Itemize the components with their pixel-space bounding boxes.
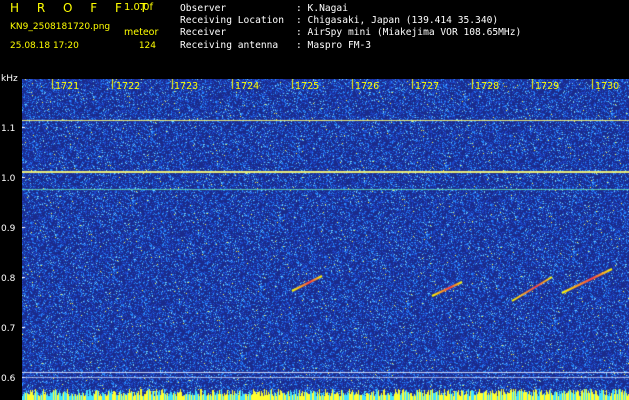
- info-label: Receiving Location: [180, 15, 284, 27]
- x-tick-label: 1722: [116, 81, 141, 92]
- info-value: : Maspro FM-3: [296, 39, 372, 51]
- file-name: KN9_2508181720.png: [10, 22, 111, 32]
- x-tick-label: 1730: [595, 81, 620, 92]
- mode-label: meteor: [124, 27, 159, 38]
- info-value: : AirSpy mini (Miakejima VOR 108.65MHz): [296, 27, 522, 39]
- y-tick-label: 0.7: [1, 324, 16, 334]
- date-time: 25.08.18 17:20: [10, 41, 79, 51]
- y-tick-label: 1.0: [1, 174, 16, 184]
- y-tick-label: 1.1: [1, 124, 16, 134]
- info-label: Receiver: [180, 27, 227, 39]
- y-tick-label: 0.8: [1, 274, 16, 284]
- x-tick-label: 1723: [174, 81, 199, 92]
- info-row-location: Receiving Location : Chigasaki, Japan (13…: [180, 15, 521, 27]
- info-value: : Chigasaki, Japan (139.414 35.340): [296, 15, 499, 27]
- x-tick-label: 1724: [235, 81, 260, 92]
- info-label: Observer: [180, 3, 227, 14]
- meteor-count: 124: [138, 41, 156, 51]
- y-axis-unit: kHz: [1, 74, 18, 84]
- x-tick-label: 1728: [475, 81, 500, 92]
- observation-info: Observer : K.Nagai Receiving Location : Ch…: [180, 3, 521, 52]
- info-label: Receiving antenna: [180, 39, 279, 51]
- x-tick-label: 1725: [295, 81, 320, 92]
- x-tick-label: 1729: [535, 81, 560, 92]
- y-tick-label: 0.6: [1, 374, 16, 384]
- info-row-antenna: Receiving antenna : Maspro FM-3: [180, 40, 521, 52]
- spectrogram-canvas: [22, 79, 629, 400]
- header-panel: H R O F F T 1.0.0f KN9_2508181720.png me…: [0, 0, 629, 76]
- info-row-receiver: Receiver : AirSpy mini (Miakejima VOR 108…: [180, 27, 521, 39]
- app-version: 1.0.0f: [124, 2, 153, 13]
- y-tick-label: 0.9: [1, 224, 16, 234]
- info-value: : K.Nagai: [296, 3, 348, 14]
- info-row-observer: Observer : K.Nagai: [180, 3, 521, 15]
- x-tick-label: 1726: [355, 81, 380, 92]
- x-tick-label: 1721: [55, 81, 80, 92]
- x-tick-label: 1727: [415, 81, 440, 92]
